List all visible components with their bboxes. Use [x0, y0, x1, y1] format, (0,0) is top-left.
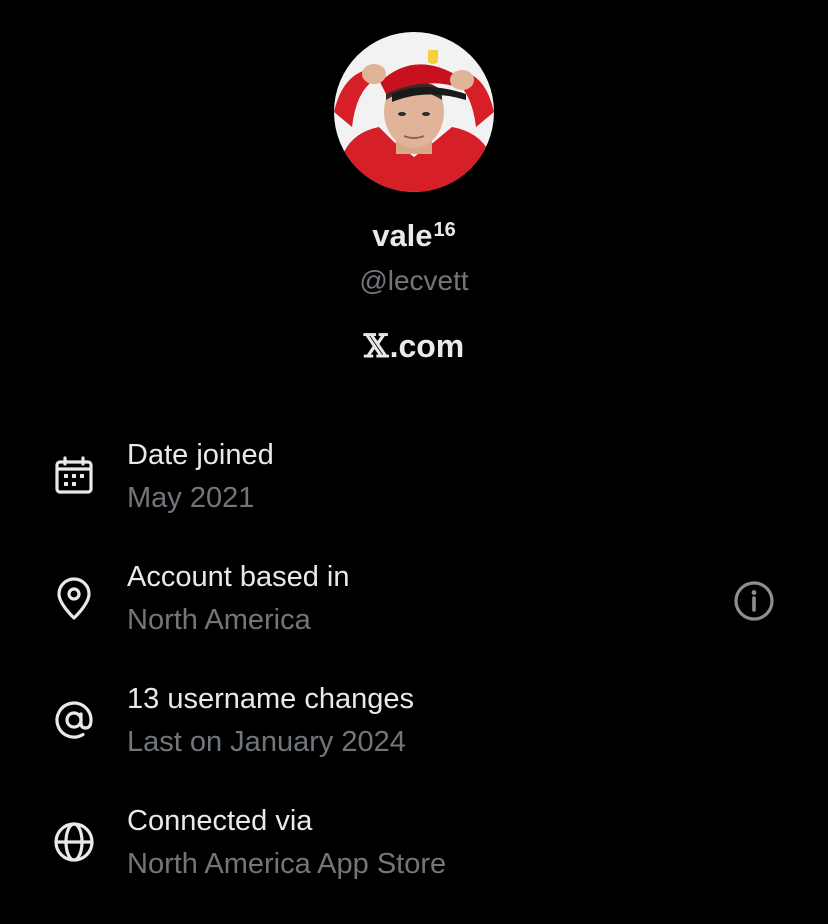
detail-subtitle: North America: [127, 604, 311, 636]
detail-row-date-joined: Date joined May 2021: [0, 437, 828, 527]
detail-title: 13 username changes: [127, 683, 414, 715]
user-handle: @lecvett: [359, 265, 469, 296]
detail-title: Date joined: [127, 439, 274, 471]
avatar-photo: [334, 32, 494, 192]
display-name-text: vale: [372, 218, 433, 253]
location-pin-icon: [50, 574, 98, 622]
display-name: vale16: [0, 214, 828, 258]
display-name-superscript: 16: [433, 219, 456, 241]
x-logo-icon: 𝕏: [363, 327, 389, 365]
calendar-icon: [50, 452, 98, 500]
detail-subtitle: North America App Store: [127, 848, 447, 880]
info-icon[interactable]: [729, 576, 779, 626]
detail-subtitle: May 2021: [127, 482, 255, 514]
detail-row-account-based-in: Account based in North America: [0, 559, 828, 649]
profile-avatar[interactable]: [334, 32, 494, 192]
globe-icon: [50, 818, 98, 866]
detail-row-connected-via: Connected via North America App Store: [0, 803, 828, 893]
platform-domain: .com: [389, 328, 465, 364]
detail-title: Account based in: [127, 561, 350, 593]
at-sign-icon: [50, 696, 98, 744]
detail-row-username-changes: 13 username changes Last on January 2024: [0, 681, 828, 771]
platform-label: 𝕏.com: [0, 324, 828, 368]
detail-title: Connected via: [127, 805, 313, 837]
detail-subtitle: Last on January 2024: [127, 726, 406, 758]
